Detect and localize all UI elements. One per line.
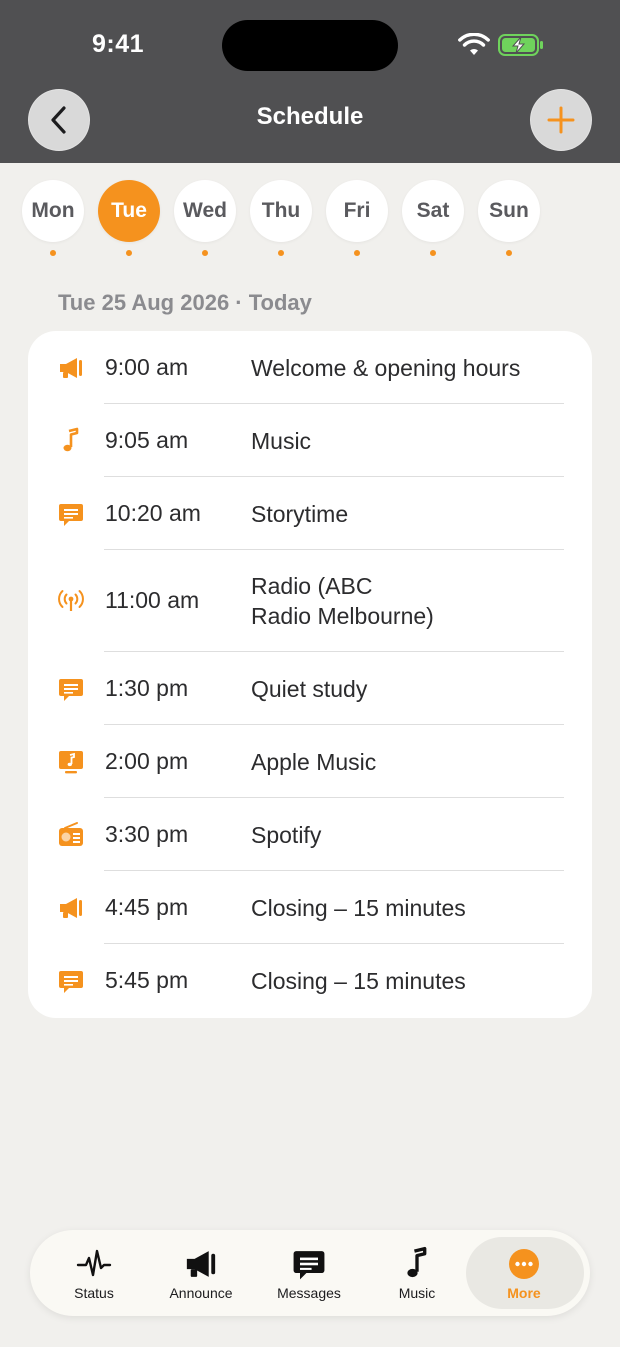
message-icon: [291, 1246, 327, 1282]
add-button[interactable]: [530, 89, 592, 151]
message-icon: [56, 966, 86, 996]
tab-label: More: [507, 1285, 541, 1301]
music-note-icon: [56, 426, 86, 456]
message-icon: [56, 674, 86, 704]
status-time: 9:41: [92, 30, 145, 58]
schedule-time: 1:30 pm: [105, 674, 189, 701]
schedule-time: 5:45 pm: [105, 966, 189, 993]
day-indicator-dot: [430, 250, 436, 256]
tab-messages[interactable]: Messages: [254, 1230, 364, 1316]
schedule-time: 4:45 pm: [105, 893, 189, 920]
tab-bar: Status Announce Messages Music More: [30, 1230, 590, 1316]
day-sat[interactable]: Sat: [402, 180, 464, 242]
schedule-title: Music: [251, 427, 312, 454]
tab-label: Messages: [277, 1285, 341, 1301]
schedule-item[interactable]: 3:30 pm Spotify: [28, 798, 592, 871]
schedule-title: Radio (ABC Radio Melbourne): [251, 573, 434, 629]
schedule-title: Welcome & opening hours: [251, 354, 521, 381]
day-indicator-dot: [278, 250, 284, 256]
schedule-title: Closing – 15 minutes: [251, 894, 466, 921]
schedule-time: 9:05 am: [105, 426, 189, 453]
schedule-time: 2:00 pm: [105, 747, 189, 774]
tab-music[interactable]: Music: [362, 1230, 472, 1316]
day-sun[interactable]: Sun: [478, 180, 540, 242]
schedule-item[interactable]: 11:00 am Radio (ABC Radio Melbourne): [28, 550, 592, 652]
schedule-time: 9:00 am: [105, 353, 189, 380]
schedule-title: Storytime: [251, 500, 349, 527]
schedule-item[interactable]: 9:05 am Music: [28, 404, 592, 477]
day-indicator-dot: [354, 250, 360, 256]
day-indicator-dot: [126, 250, 132, 256]
day-tue[interactable]: Tue: [98, 180, 160, 242]
schedule-item[interactable]: 2:00 pm Apple Music: [28, 725, 592, 798]
wifi-icon: [458, 33, 490, 55]
schedule-item[interactable]: 4:45 pm Closing – 15 minutes: [28, 871, 592, 944]
schedule-title: Closing – 15 minutes: [251, 967, 466, 994]
day-indicator-dot: [50, 250, 56, 256]
megaphone-icon: [56, 893, 86, 923]
broadcast-icon: [56, 586, 86, 616]
music-screen-icon: [56, 747, 86, 777]
schedule-title: Quiet study: [251, 675, 368, 702]
more-icon: [508, 1246, 540, 1282]
megaphone-icon: [56, 353, 86, 383]
megaphone-icon: [183, 1246, 219, 1282]
music-note-icon: [399, 1246, 435, 1282]
header-bar: 9:41 Schedule: [0, 0, 620, 163]
schedule-card: 9:00 am Welcome & opening hours 9:05 am Mus…: [28, 331, 592, 1018]
schedule-title: Spotify: [251, 821, 322, 848]
battery-charging-icon: [498, 34, 543, 56]
dynamic-island: [222, 20, 398, 71]
schedule-item[interactable]: 1:30 pm Quiet study: [28, 652, 592, 725]
tab-status[interactable]: Status: [39, 1230, 149, 1316]
day-selector: Mon Tue Wed Thu Fri Sat Sun: [0, 180, 620, 260]
day-wed[interactable]: Wed: [174, 180, 236, 242]
message-icon: [56, 499, 86, 529]
tab-announce[interactable]: Announce: [146, 1230, 256, 1316]
tab-label: Status: [74, 1285, 114, 1301]
schedule-item[interactable]: 5:45 pm Closing – 15 minutes: [28, 944, 592, 1017]
date-heading: Tue 25 Aug 2026 · Today: [58, 290, 312, 315]
plus-icon: [547, 106, 575, 134]
tab-label: Music: [398, 1285, 436, 1301]
radio-icon: [56, 820, 86, 850]
schedule-title: Apple Music: [251, 748, 377, 775]
pulse-icon: [76, 1246, 112, 1282]
day-thu[interactable]: Thu: [250, 180, 312, 242]
day-mon[interactable]: Mon: [22, 180, 84, 242]
day-indicator-dot: [202, 250, 208, 256]
day-indicator-dot: [506, 250, 512, 256]
tab-label: Announce: [169, 1285, 233, 1301]
schedule-time: 3:30 pm: [105, 820, 189, 847]
schedule-time: 10:20 am: [105, 499, 201, 526]
schedule-item[interactable]: 10:20 am Storytime: [28, 477, 592, 550]
schedule-time: 11:00 am: [105, 587, 200, 613]
day-fri[interactable]: Fri: [326, 180, 388, 242]
page-title: Schedule: [256, 103, 364, 130]
schedule-item[interactable]: 9:00 am Welcome & opening hours: [28, 331, 592, 404]
tab-more[interactable]: More: [469, 1230, 579, 1316]
